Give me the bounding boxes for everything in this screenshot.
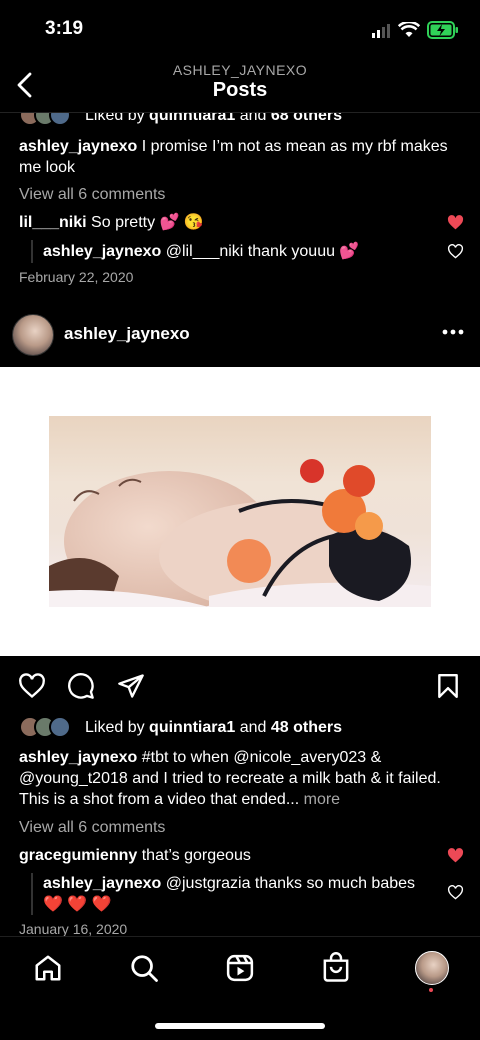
liked-by-label: Liked by xyxy=(85,718,145,736)
caption-more-link[interactable]: more xyxy=(304,791,340,808)
liked-count[interactable]: 68 others xyxy=(271,113,342,124)
post1-likes-row[interactable]: Liked by quinntiara1 and 68 others xyxy=(19,113,479,127)
cellular-signal-icon xyxy=(372,24,390,38)
liked-by-label: Liked by xyxy=(85,113,145,124)
view-all-comments-link[interactable]: View all 6 comments xyxy=(19,817,165,838)
comment-item: lil___niki So pretty 💕 😘 xyxy=(19,212,204,233)
caption-username[interactable]: ashley_jaynexo xyxy=(19,138,137,155)
notification-dot xyxy=(429,988,433,992)
comment-username[interactable]: gracegumienny xyxy=(19,847,137,864)
comment-text: that’s gorgeous xyxy=(141,847,251,864)
home-indicator xyxy=(155,1023,325,1029)
comment-bubble-icon[interactable] xyxy=(67,672,95,700)
post-author-avatar[interactable] xyxy=(12,314,54,356)
profile-avatar[interactable] xyxy=(415,951,449,985)
comment-text: So pretty 💕 😘 xyxy=(91,214,204,231)
comment-heart-filled-icon[interactable] xyxy=(447,848,464,863)
liked-by-user[interactable]: quinntiara1 xyxy=(149,719,235,736)
post1-date: February 22, 2020 xyxy=(19,269,134,285)
reply-username[interactable]: ashley_jaynexo xyxy=(43,875,161,892)
reply-username[interactable]: ashley_jaynexo xyxy=(43,243,161,260)
page-title: Posts xyxy=(212,79,268,101)
reply-item: ashley_jaynexo @justgrazia thanks so muc… xyxy=(43,873,423,915)
share-send-icon[interactable] xyxy=(117,673,145,699)
more-options-icon[interactable] xyxy=(442,328,464,336)
post-photo-illustration xyxy=(49,459,431,607)
liker-avatars xyxy=(19,113,71,126)
reply-text: @lil___niki thank youuu 💕 xyxy=(165,243,360,260)
post-author-username[interactable]: ashley_jaynexo xyxy=(64,324,190,344)
post2-date: January 16, 2020 xyxy=(19,921,128,936)
post2-caption: ashley_jaynexo #tbt to when @nicole_aver… xyxy=(19,747,455,810)
view-all-comments-link[interactable]: View all 6 comments xyxy=(19,184,165,205)
search-icon[interactable] xyxy=(129,953,159,983)
posts-header: ASHLEY_JAYNEXO Posts xyxy=(0,60,480,113)
liked-and: and xyxy=(239,718,267,736)
shop-icon[interactable] xyxy=(321,952,351,983)
reply-thread-line xyxy=(31,240,33,263)
post2-likes-row[interactable]: Liked by quinntiara1 and 48 others xyxy=(19,716,342,738)
post-photo[interactable] xyxy=(49,416,431,607)
status-time: 3:19 xyxy=(45,18,84,39)
reply-heart-outline-icon[interactable] xyxy=(447,244,464,259)
liked-by-user[interactable]: quinntiara1 xyxy=(149,113,235,124)
post1-caption: ashley_jaynexo I promise I’m not as mean… xyxy=(19,136,459,178)
liked-and: and xyxy=(239,113,267,124)
caption-username[interactable]: ashley_jaynexo xyxy=(19,749,137,766)
reply-item: ashley_jaynexo @lil___niki thank youuu 💕 xyxy=(43,241,359,262)
comment-item: gracegumienny that’s gorgeous xyxy=(19,845,251,866)
reply-thread-line xyxy=(31,873,33,915)
reels-icon[interactable] xyxy=(225,953,255,983)
home-icon[interactable] xyxy=(33,953,63,983)
comment-heart-filled-icon[interactable] xyxy=(447,215,464,230)
comment-username[interactable]: lil___niki xyxy=(19,214,87,231)
battery-charging-icon xyxy=(427,21,458,39)
reply-heart-outline-icon[interactable] xyxy=(447,885,464,900)
status-bar: 3:19 xyxy=(0,0,480,60)
liked-count[interactable]: 48 others xyxy=(271,719,342,736)
wifi-icon xyxy=(398,22,420,37)
liker-avatars xyxy=(19,716,71,738)
header-username: ASHLEY_JAYNEXO xyxy=(172,62,308,78)
save-bookmark-icon[interactable] xyxy=(436,673,460,699)
like-heart-icon[interactable] xyxy=(18,673,46,699)
